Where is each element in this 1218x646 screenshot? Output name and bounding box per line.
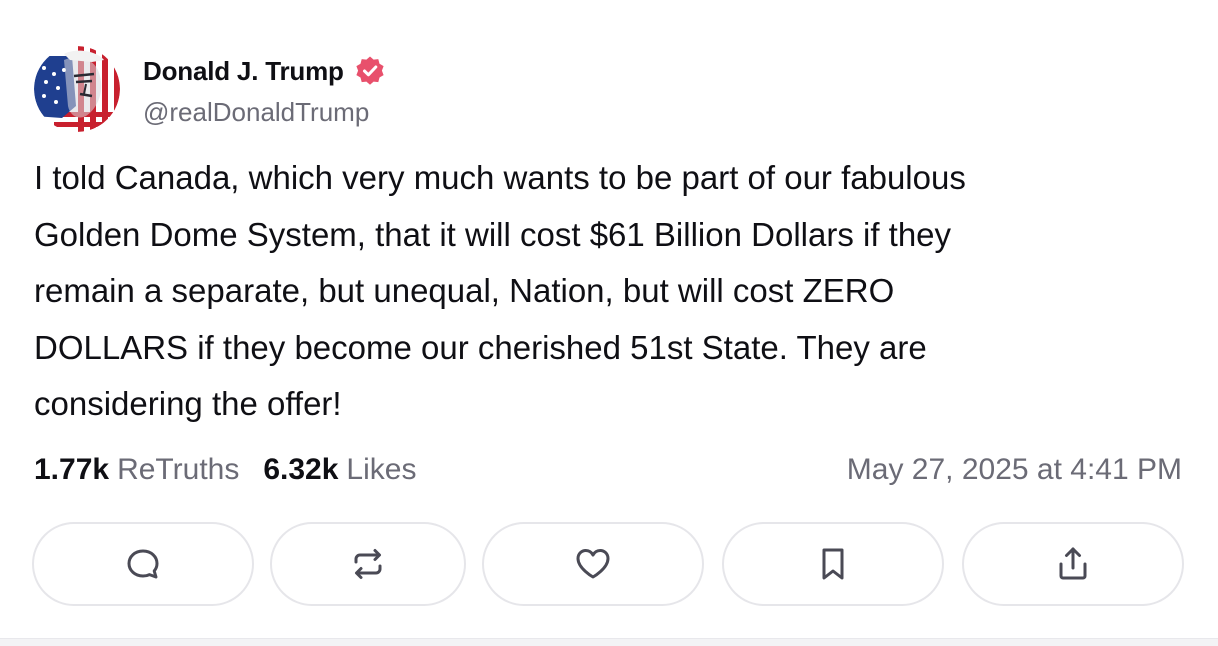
post-body-line: considering the offer! bbox=[34, 385, 342, 422]
divider bbox=[0, 638, 1218, 646]
author-row: Donald J. Trump bbox=[143, 54, 386, 88]
reply-button[interactable] bbox=[32, 522, 254, 606]
retruths-count: 1.77k bbox=[34, 453, 110, 486]
likes-stat[interactable]: 6.32k Likes bbox=[263, 453, 416, 487]
action-bar bbox=[32, 522, 1184, 608]
like-icon bbox=[576, 549, 610, 579]
display-name[interactable]: Donald J. Trump bbox=[143, 56, 344, 87]
bookmark-icon bbox=[822, 548, 844, 580]
like-button[interactable] bbox=[482, 522, 704, 606]
retruths-stat[interactable]: 1.77k ReTruths bbox=[34, 453, 239, 487]
retruth-button[interactable] bbox=[270, 522, 466, 606]
flag-portrait-avatar-icon bbox=[34, 46, 120, 132]
verified-badge-icon bbox=[354, 55, 386, 87]
share-icon bbox=[1059, 547, 1087, 580]
likes-count: 6.32k bbox=[263, 453, 339, 486]
post-body: I told Canada, which very much wants to … bbox=[34, 150, 1184, 433]
share-button[interactable] bbox=[962, 522, 1184, 606]
likes-label: Likes bbox=[346, 453, 417, 486]
truth-post: Donald J. Trump @realDonaldTrump I told … bbox=[0, 0, 1218, 638]
post-body-line: Golden Dome System, that it will cost $6… bbox=[34, 215, 952, 253]
handle[interactable]: @realDonaldTrump bbox=[143, 97, 369, 128]
reply-icon bbox=[127, 549, 159, 579]
bookmark-button[interactable] bbox=[722, 522, 944, 606]
avatar[interactable] bbox=[34, 46, 120, 132]
post-body-line: DOLLARS if they become our cherished 51s… bbox=[34, 328, 927, 366]
post-body-line: I told Canada, which very much wants to … bbox=[34, 159, 966, 196]
post-body-line: remain a separate, but unequal, Nation, … bbox=[34, 272, 895, 309]
retruths-label: ReTruths bbox=[117, 453, 240, 486]
post-timestamp[interactable]: May 27, 2025 at 4:41 PM bbox=[847, 450, 1182, 490]
retruth-icon bbox=[354, 549, 382, 579]
post-stats: 1.77k ReTruths 6.32k Likes bbox=[34, 450, 440, 490]
